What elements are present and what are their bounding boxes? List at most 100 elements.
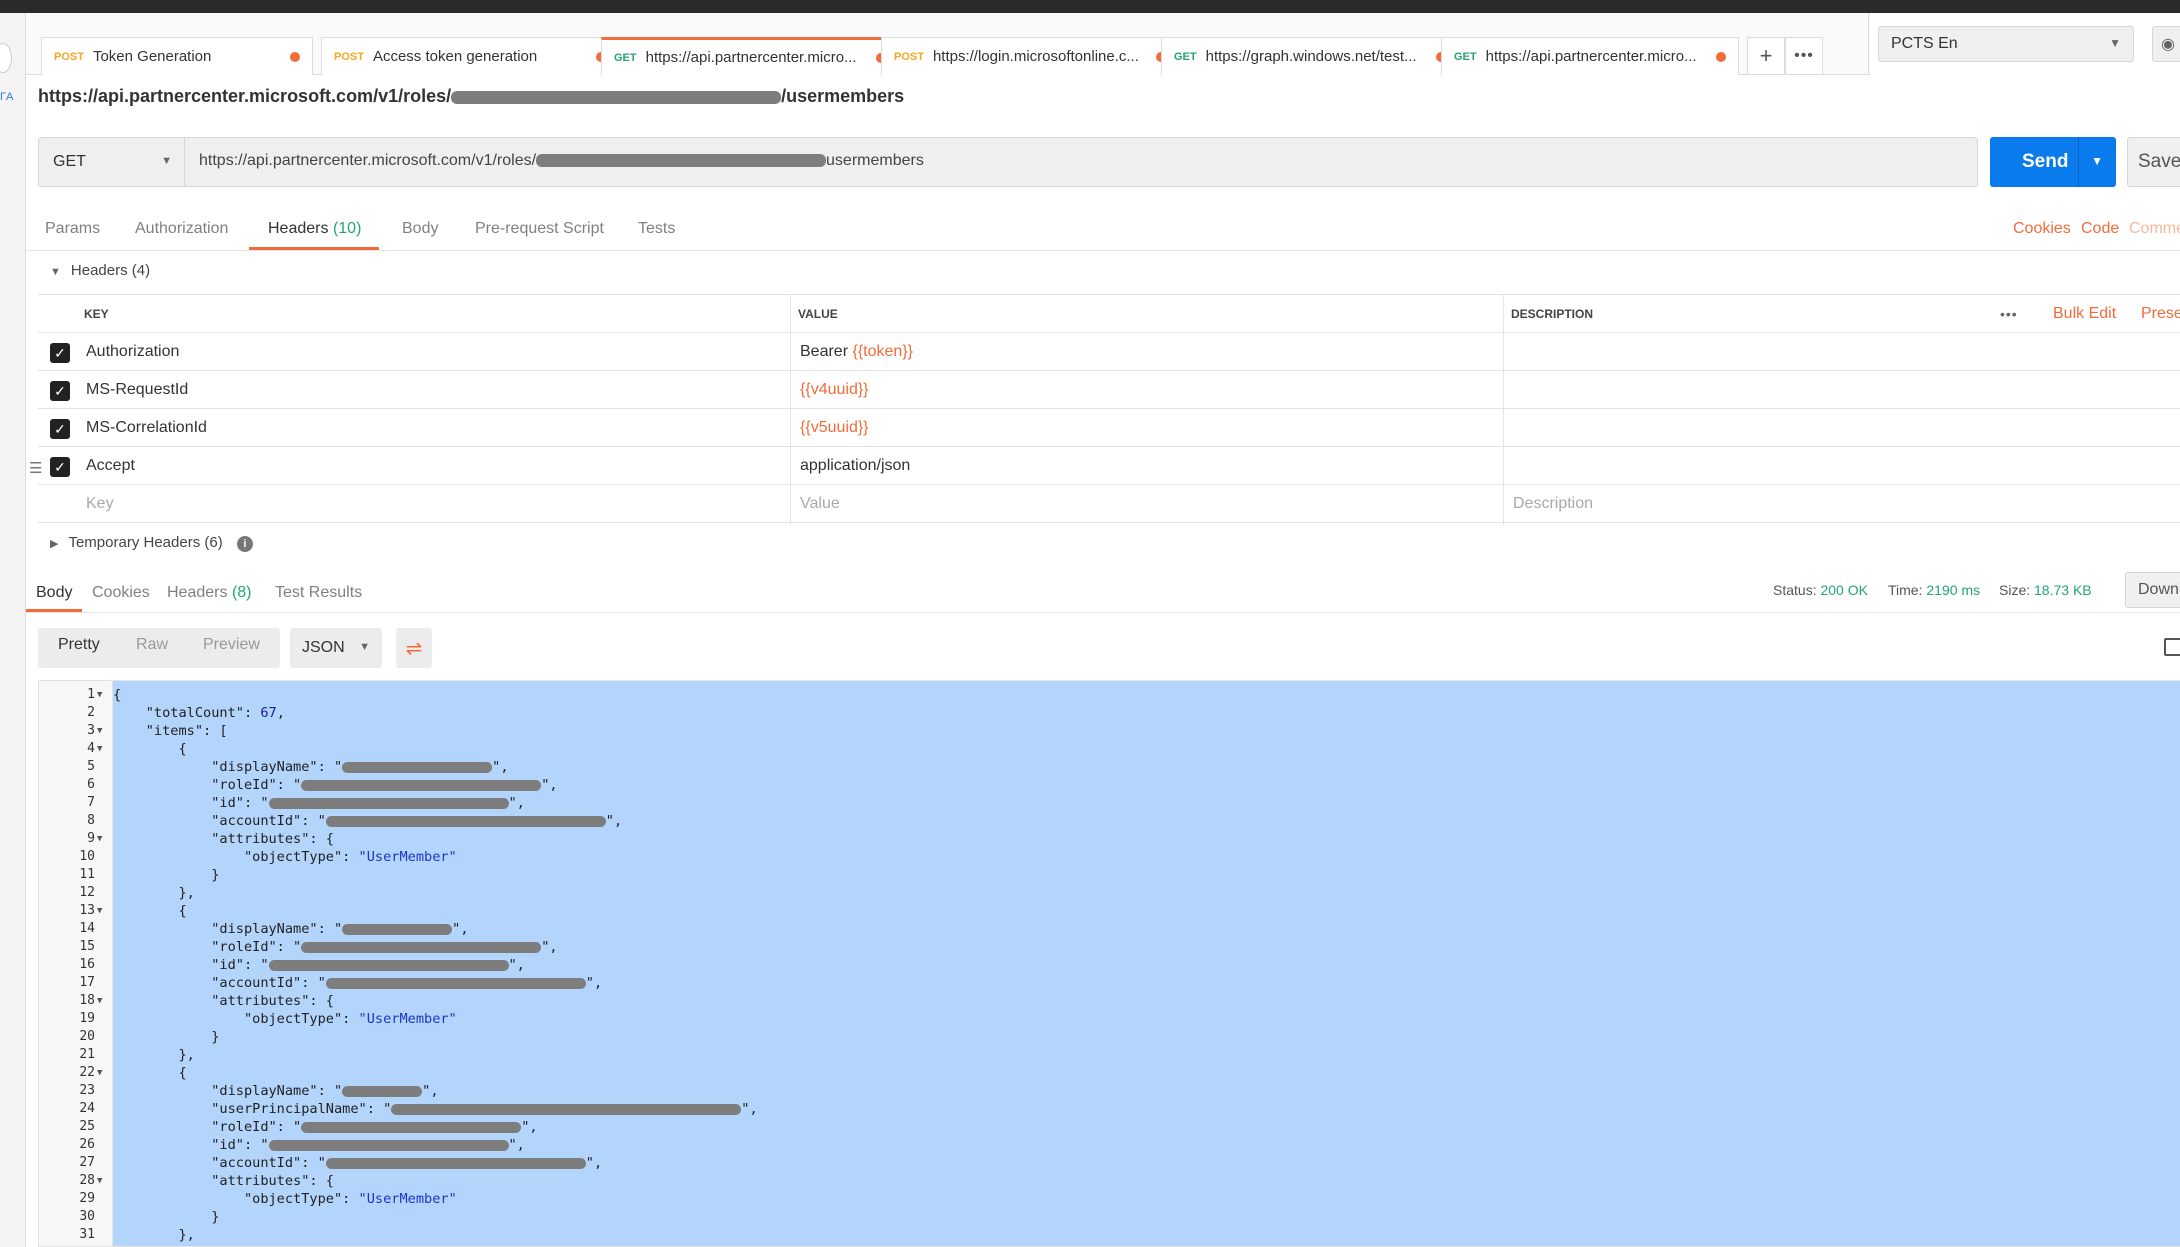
redacted-value: ", [301,939,558,955]
response-tab-body[interactable]: Body [36,584,72,602]
save-button[interactable]: Save [2127,137,2180,187]
tab-prerequest-script[interactable]: Pre-request Script [475,220,604,238]
new-description-input[interactable]: Description [1513,485,1593,523]
code-punctuation: ", [605,813,623,829]
code-punctuation: ", [492,759,509,775]
new-tab-plus-icon[interactable]: + [1747,37,1785,75]
row-enabled-checkbox[interactable]: ✓ [50,343,70,363]
cookies-link[interactable]: Cookies [2013,220,2071,238]
header-value[interactable]: application/json [800,447,910,485]
response-tab-headers[interactable]: Headers (8) [167,584,252,602]
tab-graph-windows[interactable]: GET https://graph.windows.net/test... [1161,37,1459,75]
fold-caret-icon[interactable]: ▼ [97,834,102,844]
row-enabled-checkbox[interactable]: ✓ [50,457,70,477]
temporary-headers-toggle[interactable]: ▶ Temporary Headers (6) i [50,534,253,552]
view-pretty-button[interactable]: Pretty [58,636,100,654]
code-text: "displayName": " [113,921,343,937]
tab-method: POST [54,50,84,63]
code-area-selected[interactable]: { "totalCount": 67, "items": [ { "displa… [113,681,2180,1246]
comments-link[interactable]: Comme [2129,220,2180,238]
tab-partnercenter-2[interactable]: GET https://api.partnercenter.micro... [1441,37,1739,75]
fold-caret-icon[interactable]: ▼ [97,996,102,1006]
line-number: 15 [79,939,95,954]
header-value[interactable]: {{v5uuid}} [800,409,869,447]
fold-caret-icon[interactable]: ▼ [97,726,102,736]
status-readout: Status: 200 OK [1773,582,1868,598]
tab-body[interactable]: Body [402,220,438,238]
fold-caret-icon[interactable]: ▼ [97,690,102,700]
table-more-icon[interactable]: ••• [2000,295,2018,333]
environment-select[interactable]: PCTS En ▼ [1878,26,2134,62]
code-text: "accountId": " [113,975,326,991]
tab-login-microsoftonline[interactable]: POST https://login.microsoftonline.c... [881,37,1179,75]
wrap-lines-icon[interactable]: ⇌ [396,628,432,668]
header-key[interactable]: MS-CorrelationId [86,409,207,447]
request-name-suffix: /usermembers [781,86,905,106]
tab-params[interactable]: Params [45,220,100,238]
unsaved-dot-icon [1716,51,1726,62]
fold-caret-icon[interactable]: ▼ [97,744,102,754]
header-key[interactable]: Accept [86,447,135,485]
method-select[interactable]: GET ▼ [39,138,185,186]
column-description: DESCRIPTION [1511,307,1594,321]
response-body-editor[interactable]: 1 ▼ 2 3 ▼ 4 ▼ 5 6 7 8 9 ▼ 10 11 12 13 ▼ 14 15 16 17 18 ▼ 19 20 21 2… [38,680,2180,1247]
drag-handle-icon[interactable]: ☰ [29,459,42,477]
headers-section-toggle[interactable]: ▼ Headers (4) [50,262,150,279]
send-options-chevron-icon[interactable]: ▼ [2091,154,2103,168]
status-value: 200 OK [1820,582,1868,598]
line-number: 5 [87,759,95,774]
row-enabled-checkbox[interactable]: ✓ [50,419,70,439]
row-enabled-checkbox[interactable]: ✓ [50,381,70,401]
tab-partnercenter-usermembers[interactable]: GET https://api.partnercenter.micro... [601,37,899,75]
fold-caret-icon[interactable]: ▼ [97,906,102,916]
more-tabs-icon[interactable]: ••• [1785,37,1823,75]
environment-eye-icon[interactable]: ◉ [2152,26,2180,62]
view-preview-button[interactable]: Preview [203,636,260,654]
line-number: 6 [87,777,95,792]
response-tab-cookies[interactable]: Cookies [92,584,150,602]
redaction-scribble [325,1157,586,1169]
url-input[interactable]: https://api.partnercenter.microsoft.com/… [199,152,924,170]
send-button[interactable]: Send ▼ [1990,137,2116,187]
header-key[interactable]: MS-RequestId [86,371,188,409]
code-text: "objectType": "UserMember" [113,1011,457,1027]
tab-access-token-generation[interactable]: POST Access token generation [321,37,619,75]
code-line: { [113,687,121,703]
tab-headers[interactable]: Headers (10) [268,220,361,238]
code-punctuation: ", [541,939,558,955]
header-value[interactable]: {{v4uuid}} [800,371,869,409]
line-number: 9 [87,831,95,846]
view-raw-button[interactable]: Raw [136,636,168,654]
fold-caret-icon[interactable]: ▼ [97,1176,102,1186]
redacted-url-segment [536,154,827,168]
header-value[interactable]: Bearer {{token}} [800,333,913,371]
new-key-input[interactable]: Key [86,485,114,523]
info-icon[interactable]: i [236,536,253,552]
tab-tests[interactable]: Tests [638,220,675,238]
format-select[interactable]: JSON ▼ [290,628,382,668]
fold-caret-icon[interactable]: ▼ [97,1068,102,1078]
presets-link[interactable]: Prese [2141,295,2180,333]
line-number: 10 [79,849,95,864]
line-number: 30 [79,1209,95,1224]
line-number: 19 [79,1011,95,1026]
download-button[interactable]: Downl [2125,572,2180,608]
code-line: { [113,741,186,757]
redacted-value: ", [268,795,525,811]
code-text: "objectType": "UserMember" [113,1191,457,1207]
tab-token-generation[interactable]: POST Token Generation [41,37,313,75]
response-tab-test-results[interactable]: Test Results [275,584,362,602]
response-headers-label: Headers [167,584,228,601]
new-value-input[interactable]: Value [800,485,840,523]
size-label: Size: [1999,582,2031,598]
line-number: 20 [79,1029,95,1044]
redacted-value: ", [268,1137,525,1153]
header-key[interactable]: Authorization [86,333,179,371]
bulk-edit-link[interactable]: Bulk Edit [2053,295,2116,333]
tab-authorization[interactable]: Authorization [135,220,228,238]
copy-icon[interactable] [2164,638,2180,656]
sidebar-toggle[interactable] [0,43,12,73]
request-name-prefix: https://api.partnercenter.microsoft.com/… [38,86,452,106]
code-punctuation: ", [741,1101,758,1117]
code-link[interactable]: Code [2081,220,2119,238]
